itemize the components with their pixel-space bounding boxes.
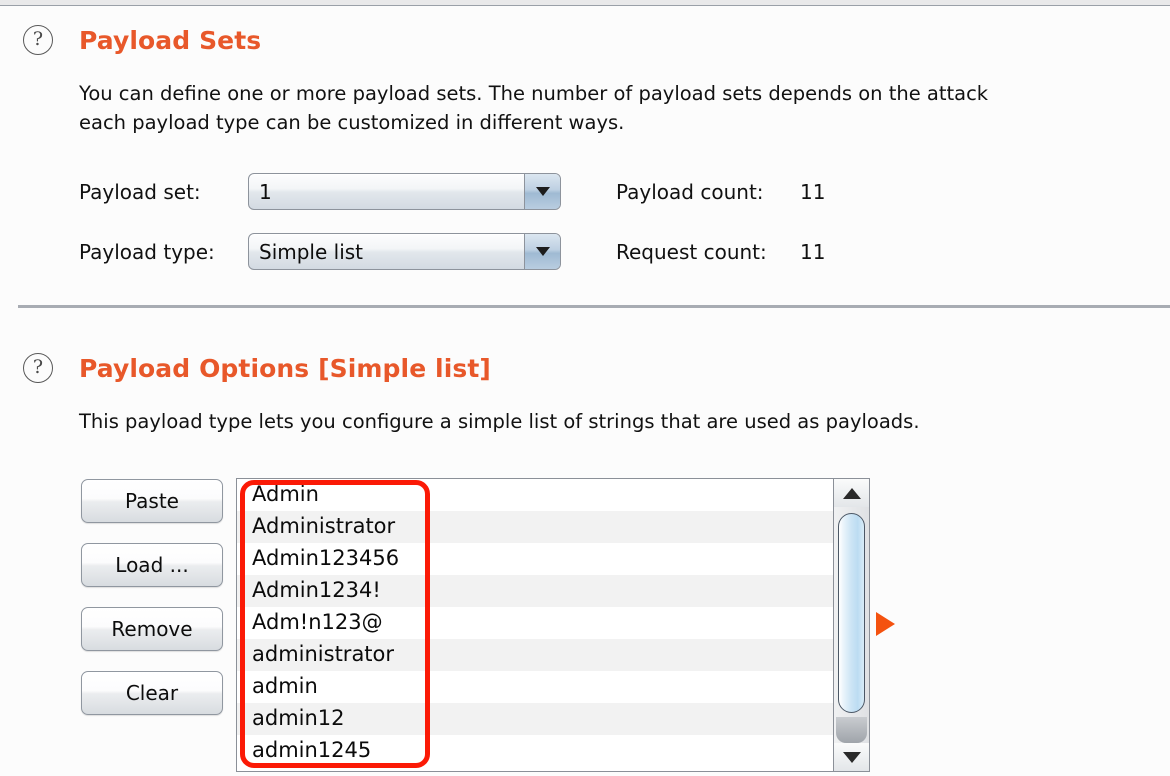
clear-button[interactable]: Clear <box>81 671 223 715</box>
payload-sets-description-line2: each payload type can be customized in d… <box>79 108 624 137</box>
payload-count-label: Payload count: <box>616 180 764 204</box>
scroll-down-button[interactable] <box>834 743 869 771</box>
paste-button[interactable]: Paste <box>81 479 223 523</box>
list-item[interactable]: Admin1234! <box>237 575 835 607</box>
section-divider <box>18 305 1170 308</box>
payload-set-dropdown-arrow[interactable] <box>524 174 560 209</box>
payload-count-value: 11 <box>800 180 825 204</box>
payload-type-dropdown[interactable]: Simple list <box>248 233 561 270</box>
list-item[interactable]: admin <box>237 671 835 703</box>
triangle-down-icon <box>843 752 861 763</box>
list-item[interactable]: Admin123456 <box>237 543 835 575</box>
payload-options-title: Payload Options [Simple list] <box>79 354 491 383</box>
list-item[interactable]: Admin <box>237 479 835 511</box>
payload-type-selected-value: Simple list <box>259 234 363 270</box>
payload-sets-description-line1: You can define one or more payload sets.… <box>79 79 988 108</box>
payload-configuration-panel: ? Payload Sets You can define one or mor… <box>0 0 1170 776</box>
window-top-strip <box>0 0 1170 6</box>
payload-set-dropdown[interactable]: 1 <box>248 173 561 210</box>
payload-list-rows: Admin Administrator Admin123456 Admin123… <box>237 479 835 767</box>
list-item[interactable]: admin12 <box>237 703 835 735</box>
scrollbar-track[interactable] <box>836 717 867 743</box>
payload-options-description: This payload type lets you configure a s… <box>79 407 920 436</box>
payload-list-box[interactable]: Admin Administrator Admin123456 Admin123… <box>236 478 870 772</box>
payload-sets-title: Payload Sets <box>79 26 261 55</box>
scrollbar-thumb[interactable] <box>838 513 865 713</box>
load-button[interactable]: Load ... <box>81 543 223 587</box>
triangle-up-icon <box>843 488 861 499</box>
request-count-value: 11 <box>800 240 825 264</box>
chevron-down-icon <box>536 187 550 196</box>
payload-set-label: Payload set: <box>79 180 201 204</box>
list-item[interactable]: admin1245 <box>237 735 835 767</box>
list-item[interactable]: Adm!n123@ <box>237 607 835 639</box>
payload-type-dropdown-arrow[interactable] <box>524 234 560 269</box>
help-icon-payload-sets[interactable]: ? <box>23 25 53 55</box>
payload-list-scrollbar[interactable] <box>833 479 869 771</box>
triangle-right-icon <box>876 612 895 636</box>
help-icon-payload-options[interactable]: ? <box>23 353 53 383</box>
payload-type-label: Payload type: <box>79 240 215 264</box>
list-item[interactable]: administrator <box>237 639 835 671</box>
list-item[interactable]: Administrator <box>237 511 835 543</box>
scroll-up-button[interactable] <box>834 479 869 507</box>
remove-button[interactable]: Remove <box>81 607 223 651</box>
payload-set-selected-value: 1 <box>259 174 272 210</box>
request-count-label: Request count: <box>616 240 767 264</box>
chevron-down-icon <box>536 247 550 256</box>
